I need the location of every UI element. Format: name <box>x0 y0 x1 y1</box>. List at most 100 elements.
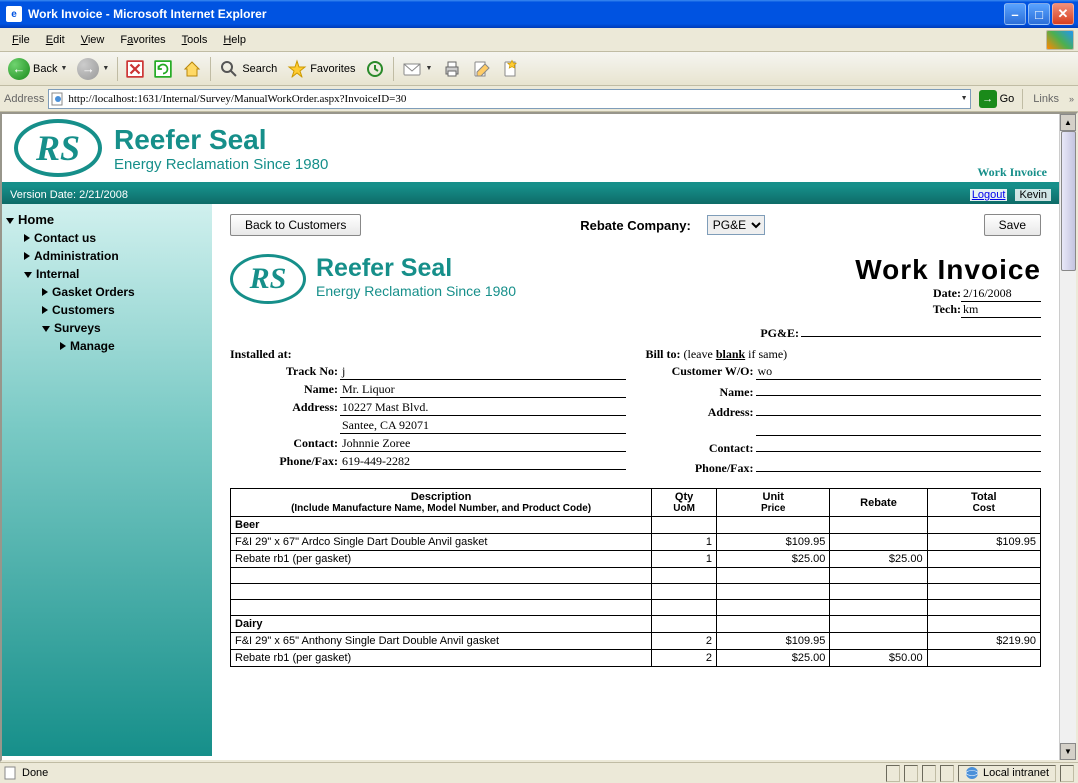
search-button[interactable]: Search <box>215 56 281 82</box>
company-field-value[interactable] <box>801 336 1041 337</box>
logo-icon: RS <box>14 119 102 177</box>
toolbar: ←Back▼ →▼ Search Favorites ▼ <box>0 52 1078 86</box>
installed-at-section: Installed at: Track No:j Name:Mr. Liquor… <box>230 347 626 478</box>
user-bar: Version Date: 2/21/2008 Logout Kevin <box>2 186 1059 204</box>
bill-to-heading: Bill to: (leave blank if same) <box>646 347 1042 362</box>
install-contact-input[interactable]: Johnnie Zoree <box>340 436 626 452</box>
scroll-up-arrow[interactable]: ▲ <box>1060 114 1076 131</box>
nav-home[interactable]: Home <box>6 210 208 229</box>
nav-customers[interactable]: Customers <box>6 301 208 319</box>
bill-address2-input[interactable] <box>756 422 1042 436</box>
nav-manage[interactable]: Manage <box>6 337 208 355</box>
menu-tools[interactable]: Tools <box>174 31 216 49</box>
install-address1-input[interactable]: 10227 Mast Blvd. <box>340 400 626 416</box>
address-bar: Address ▼ → Go Links » <box>0 86 1078 112</box>
status-text: Done <box>22 767 48 779</box>
table-row[interactable]: Rebate rb1 (per gasket)2$25.00$50.00 <box>231 650 1041 667</box>
brand-tagline: Energy Reclamation Since 1980 <box>114 156 328 173</box>
page-header: RS Reefer Seal Energy Reclamation Since … <box>2 114 1059 186</box>
invoice-logo-icon: RS <box>230 254 306 304</box>
table-row[interactable] <box>231 600 1041 616</box>
install-address2-input[interactable]: Santee, CA 92071 <box>340 418 626 434</box>
invoice-line-items-table: Description(Include Manufacture Name, Mo… <box>230 488 1041 667</box>
date-label: Date: <box>933 286 961 301</box>
resize-grip[interactable] <box>1060 765 1074 782</box>
nav-surveys[interactable]: Surveys <box>6 319 208 337</box>
minimize-button[interactable]: – <box>1004 3 1026 25</box>
menu-favorites[interactable]: Favorites <box>112 31 173 49</box>
nav-admin[interactable]: Administration <box>6 247 208 265</box>
sidebar-nav: Home Contact us Administration Internal … <box>2 204 212 756</box>
tech-label: Tech: <box>933 302 961 317</box>
table-row[interactable]: Rebate rb1 (per gasket)1$25.00$25.00 <box>231 551 1041 568</box>
page-title-link[interactable]: Work Invoice <box>977 165 1047 180</box>
favorites-button[interactable]: Favorites <box>283 56 359 82</box>
history-button[interactable] <box>361 56 389 82</box>
table-row[interactable]: F&I 29" x 65" Anthony Single Dart Double… <box>231 633 1041 650</box>
url-input[interactable] <box>68 93 957 105</box>
bill-phone-input[interactable] <box>756 458 1042 472</box>
table-row[interactable] <box>231 568 1041 584</box>
address-label: Address <box>4 93 44 105</box>
scroll-down-arrow[interactable]: ▼ <box>1060 743 1076 760</box>
page-status-icon <box>4 766 18 780</box>
menu-help[interactable]: Help <box>215 31 254 49</box>
save-button[interactable]: Save <box>984 214 1041 236</box>
th-unit-price: UnitPrice <box>717 489 830 517</box>
back-to-customers-button[interactable]: Back to Customers <box>230 214 361 236</box>
th-description: Description(Include Manufacture Name, Mo… <box>231 489 652 517</box>
mail-button[interactable]: ▼ <box>398 56 436 82</box>
status-bar: Done Local intranet <box>0 762 1078 783</box>
install-name-input[interactable]: Mr. Liquor <box>340 382 626 398</box>
home-button[interactable] <box>178 56 206 82</box>
nav-gasket-orders[interactable]: Gasket Orders <box>6 283 208 301</box>
rebate-company-select[interactable]: PG&E <box>707 215 765 235</box>
nav-contact[interactable]: Contact us <box>6 229 208 247</box>
bill-to-section: Bill to: (leave blank if same) Customer … <box>646 347 1042 478</box>
bill-contact-input[interactable] <box>756 438 1042 452</box>
table-row[interactable]: Dairy <box>231 616 1041 633</box>
bill-name-input[interactable] <box>756 382 1042 396</box>
url-dropdown-icon[interactable]: ▼ <box>961 95 968 102</box>
discusss-button[interactable] <box>498 56 526 82</box>
customer-wo-input[interactable]: wo <box>756 364 1042 380</box>
page-icon <box>51 92 65 106</box>
url-field-wrap: ▼ <box>48 89 970 109</box>
go-button[interactable]: → Go <box>975 90 1019 108</box>
forward-button[interactable]: →▼ <box>73 55 113 83</box>
status-pane-2 <box>904 765 918 782</box>
back-button[interactable]: ←Back▼ <box>4 55 71 83</box>
installed-at-heading: Installed at: <box>230 347 626 362</box>
edit-button[interactable] <box>468 56 496 82</box>
close-button[interactable]: ✕ <box>1052 3 1074 25</box>
menu-file[interactable]: File <box>4 31 38 49</box>
nav-internal[interactable]: Internal <box>6 265 208 283</box>
scroll-thumb[interactable] <box>1061 131 1076 271</box>
stop-button[interactable] <box>122 57 148 81</box>
refresh-button[interactable] <box>150 57 176 81</box>
content-viewport: ▲ ▼ RS Reefer Seal Energy Reclamation Si… <box>0 112 1078 762</box>
status-pane-1 <box>886 765 900 782</box>
table-row[interactable]: Beer <box>231 517 1041 534</box>
links-label[interactable]: Links <box>1027 93 1065 105</box>
go-arrow-icon: → <box>979 90 997 108</box>
version-date: Version Date: 2/21/2008 <box>10 189 128 201</box>
invoice-brand: Reefer Seal <box>316 254 516 283</box>
table-row[interactable]: F&I 29" x 67" Ardco Single Dart Double A… <box>231 534 1041 551</box>
th-qty: QtyUoM <box>652 489 717 517</box>
logout-link[interactable]: Logout <box>970 189 1008 201</box>
menu-view[interactable]: View <box>73 31 113 49</box>
track-no-input[interactable]: j <box>340 364 626 380</box>
company-field-label: PG&E: <box>760 326 799 341</box>
maximize-button[interactable]: □ <box>1028 3 1050 25</box>
invoice-heading: Work Invoice <box>855 254 1041 286</box>
table-row[interactable] <box>231 584 1041 600</box>
install-phone-input[interactable]: 619-449-2282 <box>340 454 626 470</box>
menubar: File Edit View Favorites Tools Help <box>0 28 1078 52</box>
username: Kevin <box>1015 189 1051 201</box>
bill-address1-input[interactable] <box>756 402 1042 416</box>
print-button[interactable] <box>438 56 466 82</box>
menu-edit[interactable]: Edit <box>38 31 73 49</box>
invoice-letterhead: RS Reefer Seal Energy Reclamation Since … <box>230 254 1041 318</box>
vertical-scrollbar[interactable]: ▲ ▼ <box>1059 114 1076 760</box>
